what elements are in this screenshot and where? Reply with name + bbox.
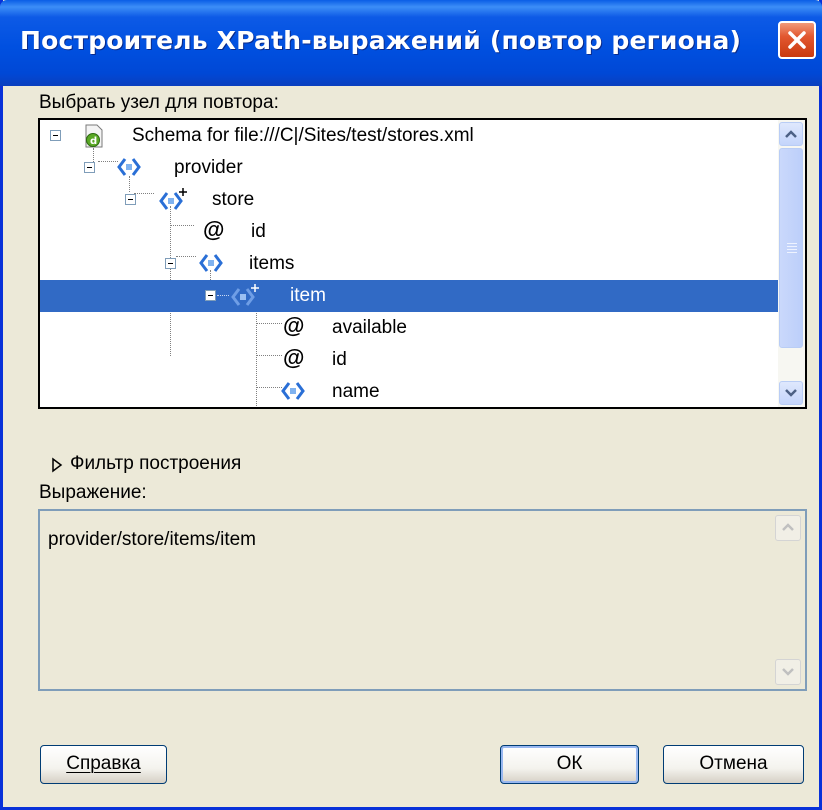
chevron-up-icon	[785, 130, 797, 138]
expression-scrollbar	[775, 515, 801, 685]
tree-node-item-id[interactable]: @ id	[40, 344, 778, 376]
chevron-down-icon	[782, 668, 794, 676]
schema-tree[interactable]: d Schema for file:///C|/Sites/test/store…	[38, 118, 807, 409]
ok-button-label: ОК	[556, 753, 583, 774]
tree-scrollbar[interactable]	[778, 120, 805, 407]
attribute-icon: @	[283, 345, 305, 370]
collapse-toggle[interactable]	[50, 130, 61, 141]
tree-node-available[interactable]: @ available	[40, 312, 778, 344]
element-icon	[117, 158, 141, 176]
collapse-toggle[interactable]	[165, 258, 176, 269]
scroll-down-button[interactable]	[779, 381, 803, 405]
tree-node-item[interactable]: item	[40, 280, 778, 312]
ok-button[interactable]: ОК	[500, 745, 639, 784]
repeating-element-icon	[159, 188, 187, 210]
help-button-label: Справка	[66, 753, 141, 774]
tree-node-items[interactable]: items	[40, 248, 778, 280]
close-button[interactable]	[778, 21, 816, 59]
element-icon	[281, 382, 305, 400]
scroll-up-button[interactable]	[779, 122, 803, 146]
expression-value: provider/store/items/item	[48, 529, 257, 550]
svg-text:d: d	[90, 136, 97, 147]
triangle-right-icon	[52, 457, 63, 473]
filter-label: Фильтр построения	[70, 453, 242, 474]
attribute-icon: @	[283, 313, 305, 338]
chevron-down-icon	[785, 389, 797, 397]
tree-node-label: id	[251, 221, 266, 242]
tree-node-label: Schema for file:///C|/Sites/test/stores.…	[132, 125, 474, 146]
cancel-button[interactable]: Отмена	[663, 745, 804, 784]
tree-node-store-id[interactable]: @ id	[40, 216, 778, 248]
tree-node-label: item	[290, 285, 326, 306]
tree-label: Выбрать узел для повтора:	[39, 92, 279, 113]
chevron-up-icon	[782, 523, 794, 531]
scroll-thumb[interactable]	[779, 148, 803, 348]
tree-node-label: store	[212, 189, 255, 210]
collapse-toggle[interactable]	[205, 290, 216, 301]
xpath-builder-dialog: Построитель XPath-выражений (повтор реги…	[0, 0, 822, 810]
tree-node-label: id	[332, 349, 347, 370]
expression-label: Выражение:	[39, 482, 147, 503]
dialog-title: Построитель XPath-выражений (повтор реги…	[20, 26, 742, 55]
element-icon	[199, 254, 223, 272]
expression-field[interactable]: provider/store/items/item	[38, 509, 807, 691]
title-bar[interactable]: Построитель XPath-выражений (повтор реги…	[0, 0, 822, 86]
tree-node-store[interactable]: store	[40, 184, 778, 216]
tree-node-schema[interactable]: d Schema for file:///C|/Sites/test/store…	[40, 120, 778, 152]
schema-file-icon: d	[85, 124, 103, 148]
tree-node-name[interactable]: name	[40, 376, 778, 407]
scroll-up-button	[775, 515, 801, 541]
collapse-toggle[interactable]	[125, 194, 136, 205]
tree-node-label: provider	[174, 157, 243, 178]
help-button[interactable]: Справка	[40, 745, 167, 784]
tree-node-label: available	[332, 317, 407, 338]
scroll-down-button	[775, 659, 801, 685]
repeating-element-icon	[231, 284, 259, 306]
tree-node-label: name	[332, 381, 380, 402]
attribute-icon: @	[203, 217, 225, 242]
tree-node-provider[interactable]: provider	[40, 152, 778, 184]
cancel-button-label: Отмена	[699, 753, 768, 774]
tree-node-label: items	[249, 253, 295, 274]
collapse-toggle[interactable]	[84, 162, 95, 173]
close-icon	[788, 31, 806, 49]
